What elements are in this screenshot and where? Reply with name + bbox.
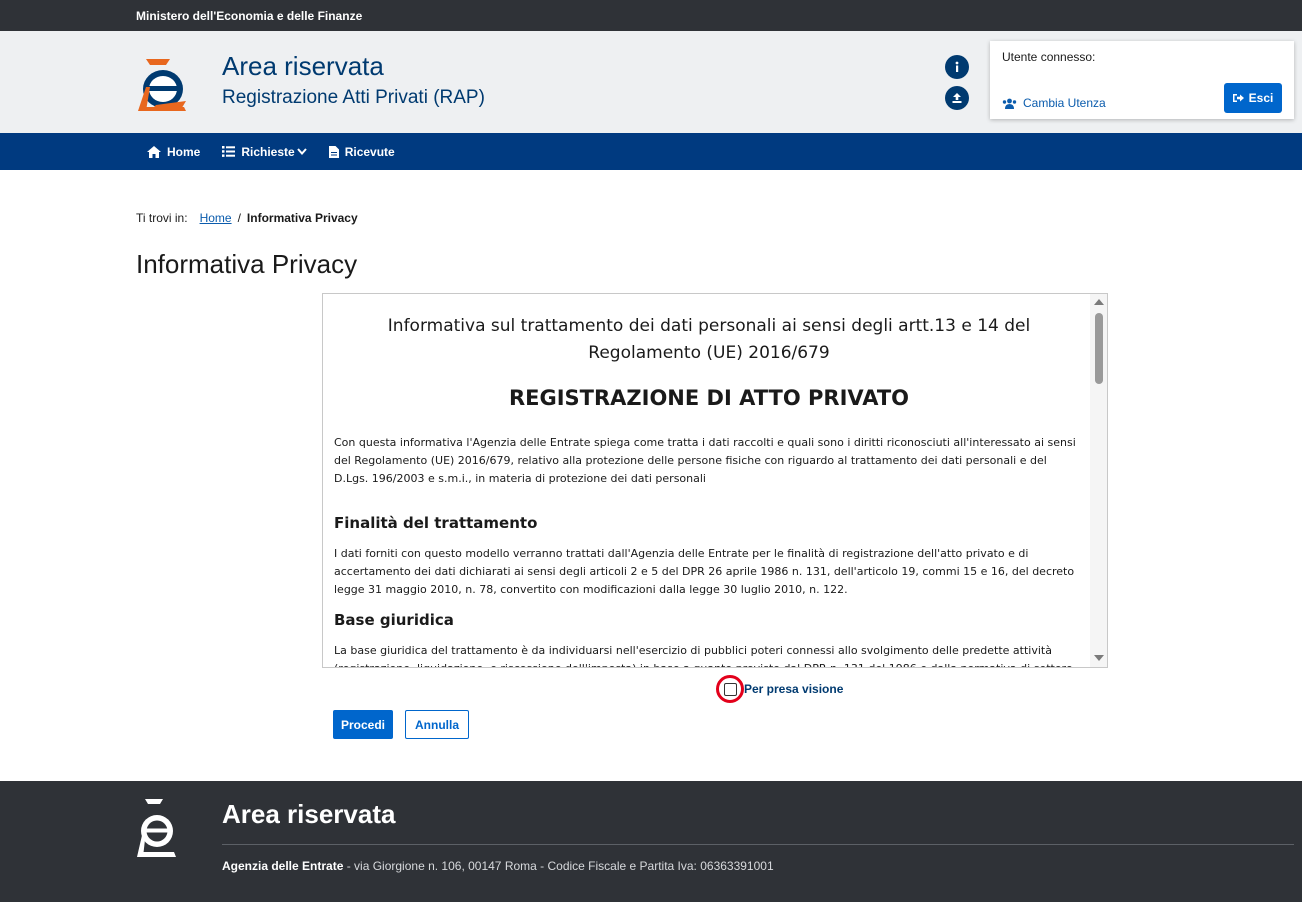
agenzia-entrate-logo[interactable] bbox=[136, 53, 188, 113]
info-icon[interactable] bbox=[945, 55, 969, 79]
chevron-down-icon bbox=[296, 148, 307, 155]
privacy-text-panel[interactable]: Informativa sul trattamento dei dati per… bbox=[322, 293, 1108, 668]
breadcrumb-prefix: Ti trovi in: bbox=[136, 211, 188, 225]
presa-visione-label[interactable]: Per presa visione bbox=[744, 682, 843, 696]
privacy-intro: Con questa informativa l'Agenzia delle E… bbox=[334, 436, 1076, 485]
ministry-bar: Ministero dell'Economia e delle Finanze bbox=[0, 0, 1302, 31]
breadcrumb: Ti trovi in: Home / Informativa Privacy bbox=[136, 211, 358, 225]
cambia-utenza-label: Cambia Utenza bbox=[1023, 96, 1106, 110]
nav-home-label: Home bbox=[167, 144, 201, 159]
breadcrumb-current: Informativa Privacy bbox=[246, 211, 358, 225]
user-label: Utente connesso: bbox=[1002, 50, 1096, 64]
nav-ricevute[interactable]: Ricevute bbox=[328, 144, 395, 159]
esci-label: Esci bbox=[1248, 91, 1274, 105]
privacy-content: Informativa sul trattamento dei dati per… bbox=[334, 294, 1084, 667]
privacy-title: REGISTRAZIONE DI ATTO PRIVATO bbox=[508, 386, 910, 410]
scroll-down-arrow-icon[interactable] bbox=[1094, 655, 1104, 661]
nav-richieste[interactable]: Richieste bbox=[222, 144, 307, 159]
footer-address-text: - via Giorgione n. 106, 00147 Roma - Cod… bbox=[343, 859, 774, 873]
presa-visione-checkbox-wrapper[interactable]: Per presa visione bbox=[716, 675, 843, 703]
privacy-heading: Informativa sul trattamento dei dati per… bbox=[387, 316, 1031, 363]
section-finalita-text: I dati forniti con questo modello verran… bbox=[334, 547, 1075, 596]
scroll-up-arrow-icon[interactable] bbox=[1094, 299, 1104, 305]
sign-out-icon bbox=[1232, 94, 1244, 102]
footer: Area riservata Agenzia delle Entrate - v… bbox=[0, 781, 1302, 902]
footer-address: Agenzia delle Entrate - via Giorgione n.… bbox=[222, 859, 774, 873]
upload-icon[interactable] bbox=[945, 86, 969, 110]
header: Area riservata Registrazione Atti Privat… bbox=[0, 31, 1302, 133]
section-base-giuridica-title: Base giuridica bbox=[334, 611, 454, 629]
checkbox-highlight-ring bbox=[716, 675, 744, 703]
nav-ricevute-label: Ricevute bbox=[344, 144, 395, 159]
cambia-utenza-link[interactable]: Cambia Utenza bbox=[1002, 96, 1106, 110]
nav-home[interactable]: Home bbox=[147, 145, 200, 159]
home-icon bbox=[147, 145, 161, 158]
ministry-name: Ministero dell'Economia e delle Finanze bbox=[136, 8, 363, 23]
document-icon bbox=[328, 145, 339, 158]
footer-agency: Agenzia delle Entrate bbox=[222, 859, 344, 873]
annulla-button[interactable]: Annulla bbox=[405, 710, 469, 739]
app-subtitle: Registrazione Atti Privati (RAP) bbox=[222, 87, 485, 108]
section-base-giuridica-text: La base giuridica del trattamento è da i… bbox=[334, 644, 1076, 667]
agenzia-entrate-footer-logo bbox=[137, 799, 176, 857]
procedi-button[interactable]: Procedi bbox=[333, 710, 393, 739]
footer-title: Area riservata bbox=[222, 799, 396, 829]
breadcrumb-separator: / bbox=[237, 211, 241, 225]
breadcrumb-home-link[interactable]: Home bbox=[200, 211, 232, 225]
list-icon bbox=[222, 146, 236, 157]
esci-button[interactable]: Esci bbox=[1224, 83, 1282, 113]
main-nav: Home Richieste Ricevute bbox=[0, 133, 1302, 170]
footer-divider bbox=[222, 844, 1294, 845]
presa-visione-checkbox[interactable] bbox=[723, 682, 737, 696]
scroll-thumb[interactable] bbox=[1095, 313, 1103, 384]
users-icon bbox=[1002, 98, 1017, 109]
user-panel: Utente connesso: Cambia Utenza Esci bbox=[990, 41, 1294, 119]
section-finalita-title: Finalità del trattamento bbox=[334, 514, 538, 532]
page-title: Informativa Privacy bbox=[136, 249, 358, 279]
privacy-scrollbar[interactable] bbox=[1090, 294, 1107, 667]
app-title: Area riservata bbox=[222, 51, 384, 81]
nav-richieste-label: Richieste bbox=[241, 144, 295, 159]
